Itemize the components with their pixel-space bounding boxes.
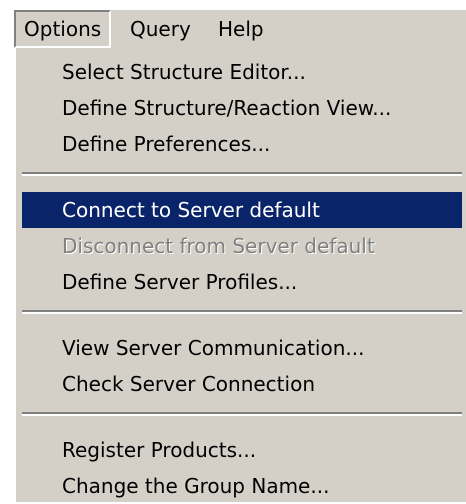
menu-item-define-server-profiles[interactable]: Define Server Profiles... bbox=[22, 264, 462, 300]
menu-item-select-structure-editor[interactable]: Select Structure Editor... bbox=[22, 54, 462, 90]
menu-item-define-preferences[interactable]: Define Preferences... bbox=[22, 126, 462, 162]
menu-help[interactable]: Help bbox=[210, 10, 272, 48]
menu-item-check-server-connection[interactable]: Check Server Connection bbox=[22, 366, 462, 402]
menu-separator bbox=[22, 172, 462, 176]
menu-item-disconnect-from-server: Disconnect from Server default bbox=[62, 234, 375, 258]
menu-item-change-group-name[interactable]: Change the Group Name... bbox=[22, 468, 462, 504]
options-dropdown-menu: Select Structure Editor... Define Struct… bbox=[14, 48, 466, 502]
menu-item-define-structure-reaction-view[interactable]: Define Structure/Reaction View... bbox=[22, 90, 462, 126]
menu-item-register-products[interactable]: Register Products... bbox=[22, 432, 462, 468]
menu-item-connect-to-server[interactable]: Connect to Server default bbox=[22, 192, 462, 228]
menu-separator bbox=[22, 310, 462, 314]
menu-query[interactable]: Query bbox=[122, 10, 199, 48]
menu-options[interactable]: Options bbox=[14, 10, 112, 48]
menu-separator bbox=[22, 412, 462, 416]
menu-bar: Options Query Help bbox=[14, 10, 466, 48]
menu-item-label: Check Server Connection bbox=[62, 372, 315, 396]
menu-item-view-server-communication[interactable]: View Server Communication... bbox=[22, 330, 462, 366]
